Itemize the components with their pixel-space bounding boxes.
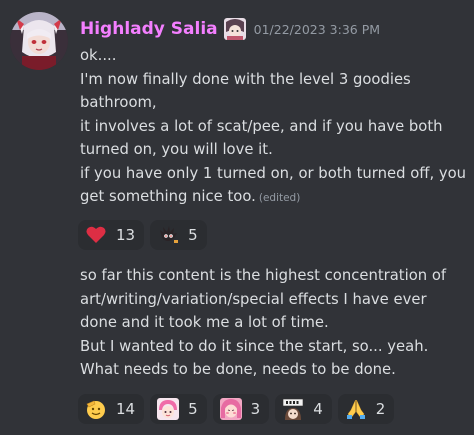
author-name[interactable]: Highlady Salia: [80, 19, 218, 39]
author-avatar[interactable]: [10, 12, 68, 70]
reactions-row-1: 13 5: [78, 220, 207, 250]
red-heart-icon: [85, 224, 107, 246]
pink-hair-character-icon: [157, 398, 180, 420]
message-line: But I wanted to do it since the start, s…: [80, 337, 429, 355]
peek-character-icon: [282, 398, 304, 420]
saluting-face-icon: [85, 398, 107, 420]
message-line: if you have only 1 turned on, or both tu…: [80, 164, 467, 182]
message-line: What needs to be done, needs to be done.: [80, 361, 396, 378]
message-line: so far this content is the highest conce…: [80, 267, 447, 284]
reaction-count: 2: [375, 400, 386, 418]
message-paragraph-1: ok.... I'm now finally done with the lev…: [80, 44, 468, 211]
reaction-count: 13: [116, 226, 136, 244]
folded-hands-icon: [345, 398, 367, 420]
reaction-peek-character[interactable]: 4: [275, 394, 332, 424]
reaction-pink-hair-character[interactable]: 5: [150, 394, 207, 424]
reaction-heart[interactable]: 13: [78, 220, 145, 250]
reaction-pink-blush-character[interactable]: 3: [212, 394, 270, 424]
reaction-folded-hands[interactable]: 2: [337, 394, 395, 424]
message-header: Highlady Salia 01/22/2023 3:36 PM: [80, 16, 380, 42]
reaction-saluting-face[interactable]: 14: [78, 394, 145, 424]
edited-label[interactable]: (edited): [259, 192, 300, 204]
anime-girl-avatar-icon: [10, 12, 68, 70]
reaction-count: 3: [250, 400, 261, 418]
reaction-creature[interactable]: 5: [150, 220, 207, 250]
message-line-text: get something nice too.: [80, 188, 256, 205]
message-line-last: get something nice too. (edited): [80, 185, 468, 211]
reaction-count: 5: [188, 400, 198, 418]
message-line: bathroom,: [80, 94, 157, 111]
reactions-row-2: 14 5 3 4 2: [78, 394, 395, 424]
message-line: art/writing/variation/special effects I …: [80, 290, 427, 308]
anime-character-role-icon[interactable]: [223, 18, 246, 40]
message-line: turned on, you will love it.: [80, 141, 273, 158]
message-line: it involves a lot of scat/pee, and if yo…: [80, 117, 443, 135]
reaction-count: 14: [116, 400, 136, 418]
reaction-count: 4: [313, 400, 323, 418]
message-line: ok....: [80, 47, 117, 64]
reaction-count: 5: [188, 226, 198, 244]
message-paragraph-2: so far this content is the highest conce…: [80, 264, 468, 382]
message-line: I'm now finally done with the level 3 go…: [80, 70, 411, 88]
dark-creature-icon: [157, 224, 179, 246]
message-line: done and it took me a lot of time.: [80, 314, 329, 331]
pink-blush-character-icon: [219, 398, 242, 420]
message-timestamp[interactable]: 01/22/2023 3:36 PM: [254, 22, 380, 37]
